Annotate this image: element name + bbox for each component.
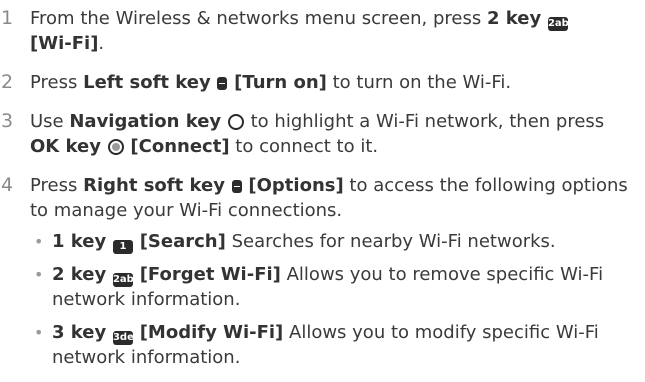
instructions: 1 From the Wireless & networks menu scre… (0, 0, 645, 370)
key-name: Navigation key (69, 111, 222, 132)
keypad-1-icon: 1 (112, 240, 133, 254)
list-item: • 1 key 1 [Search] Searches for nearby W… (30, 229, 637, 254)
list-item: • 2 key 2abc [Forget Wi-Fi] Allows you t… (30, 262, 637, 312)
list-item: • 3 key 3def [Modify Wi-Fi] Allows you t… (30, 320, 637, 370)
key-name: 3 key (52, 322, 107, 343)
key-name: 2 key (486, 8, 542, 29)
key-name: 2 key (52, 264, 107, 285)
menu-option: [Wi-Fi] (30, 33, 99, 54)
option-description: Allows you to modify specific Wi-Fi netw… (52, 322, 599, 368)
bullet-dot-icon: • (34, 323, 44, 342)
keypad-3-icon: 3def (112, 331, 139, 345)
step-text: Press (30, 72, 84, 93)
left-soft-key-icon (217, 77, 228, 90)
bullet-dot-icon: • (34, 265, 44, 284)
step-1: 1 From the Wireless & networks menu scre… (0, 6, 637, 56)
navigation-key-icon (227, 114, 244, 130)
menu-option: [Connect] (130, 136, 230, 157)
step-text: From the Wireless & networks menu screen… (30, 8, 487, 29)
keypad-2-icon: 2abc (112, 273, 140, 287)
bullet-dot-icon: • (34, 232, 44, 251)
key-name-2: OK key (30, 136, 101, 157)
options-list: • 1 key 1 [Search] Searches for nearby W… (30, 229, 637, 370)
right-soft-key-icon (231, 180, 242, 193)
step-2: 2 Press Left soft key [Turn on] to turn … (0, 70, 637, 95)
option-name: [Modify Wi-Fi] (139, 322, 284, 343)
key-name: Right soft key (83, 175, 225, 196)
key-name: 1 key (52, 231, 107, 252)
step-3: 3 Use Navigation key to highlight a Wi-F… (0, 109, 637, 159)
step-number: 1 (1, 7, 14, 29)
option-description: Allows you to remove specific Wi-Fi netw… (52, 264, 604, 310)
step-number: 4 (1, 174, 14, 196)
option-description: Searches for nearby Wi-Fi networks. (225, 231, 556, 252)
step-4: 4 Press Right soft key [Options] to acce… (0, 173, 637, 370)
ok-key-icon (107, 139, 124, 155)
menu-option: [Turn on] (234, 72, 327, 93)
step-text-end: to turn on the Wi-Fi. (326, 72, 512, 93)
keypad-2-icon: 2abc (547, 17, 575, 31)
menu-option: [Options] (248, 175, 344, 196)
option-name: [Forget Wi-Fi] (139, 264, 281, 285)
step-text-end: to connect to it. (229, 136, 379, 157)
option-name: [Search] (139, 231, 226, 252)
step-text-end: . (98, 33, 105, 54)
step-text-mid: to highlight a Wi-Fi network, then press (244, 111, 605, 132)
step-text: Use (30, 111, 70, 132)
step-number: 2 (1, 71, 14, 93)
step-number: 3 (1, 110, 14, 132)
step-text: Press (30, 175, 84, 196)
key-name: Left soft key (83, 72, 211, 93)
